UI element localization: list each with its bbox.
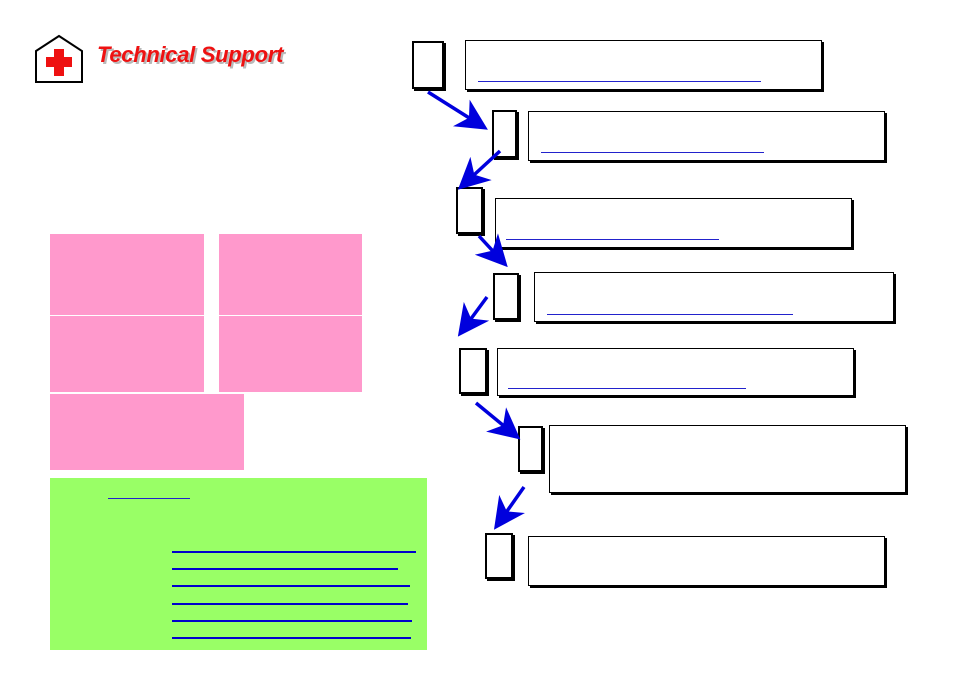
step-box-rule — [508, 388, 746, 389]
step-box-rule — [547, 314, 793, 315]
green-panel — [50, 478, 427, 650]
house-icon-svg — [35, 34, 83, 83]
step-box-1[interactable] — [465, 40, 822, 90]
arrow-6 — [493, 485, 526, 530]
step-box-rule — [541, 152, 764, 153]
step-box-rule — [506, 239, 719, 240]
step-box-rule — [478, 81, 761, 82]
green-panel-line-rule — [172, 603, 408, 605]
green-panel-line-rule — [172, 620, 412, 622]
step-marker-1[interactable] — [412, 41, 444, 89]
step-box-7[interactable] — [528, 536, 885, 586]
header-logo: Technical Support — [33, 33, 293, 85]
step-marker-4[interactable] — [493, 273, 519, 320]
house-with-red-cross-icon — [33, 33, 85, 85]
step-marker-5[interactable] — [459, 348, 487, 394]
step-marker-7[interactable] — [485, 533, 513, 579]
green-panel-line-rule — [172, 568, 398, 570]
pink-block-3 — [50, 316, 204, 392]
pink-block-4 — [219, 316, 362, 392]
step-box-3[interactable] — [495, 198, 852, 248]
arrow-5 — [474, 401, 521, 440]
pink-block-5 — [50, 394, 244, 470]
pink-block-1 — [50, 234, 204, 315]
step-marker-3[interactable] — [456, 187, 483, 234]
arrow-4 — [457, 295, 490, 337]
step-box-4[interactable] — [534, 272, 894, 322]
green-panel-heading-rule — [108, 498, 190, 499]
step-marker-6[interactable] — [518, 426, 543, 472]
green-panel-line-rule — [172, 637, 411, 639]
step-box-5[interactable] — [497, 348, 854, 396]
page-title: Technical Support — [97, 42, 283, 67]
step-marker-2[interactable] — [492, 110, 517, 158]
pink-block-2 — [219, 234, 362, 315]
page-root: Technical Support — [0, 0, 954, 676]
green-panel-line-rule — [172, 585, 410, 587]
step-box-6[interactable] — [549, 425, 906, 493]
arrow-1 — [427, 90, 488, 130]
green-panel-line-rule — [172, 551, 416, 553]
step-box-2[interactable] — [528, 111, 885, 161]
